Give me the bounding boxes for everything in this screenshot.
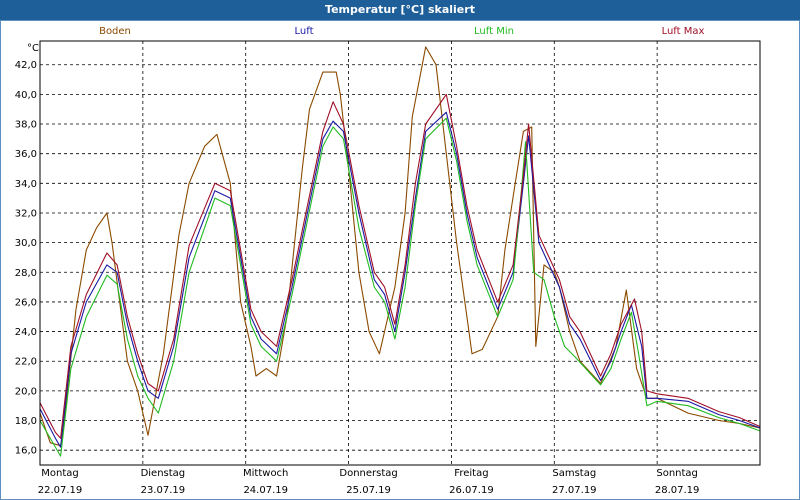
y-tick-label: 20,0 xyxy=(15,386,37,397)
x-tick-date-label: 28.07.19 xyxy=(655,485,700,496)
y-tick-label: 34,0 xyxy=(15,179,37,190)
x-tick-day-label: Sonntag xyxy=(656,468,698,479)
y-tick-label: 38,0 xyxy=(15,120,37,131)
x-tick-date-label: 27.07.19 xyxy=(552,485,597,496)
x-tick-day-label: Mittwoch xyxy=(243,468,288,479)
x-tick-day-label: Montag xyxy=(41,468,78,479)
legend-entry: Luft Max xyxy=(662,26,705,37)
x-tick-day-label: Samstag xyxy=(552,468,596,479)
y-axis-ticks: 16,0 18,0 20,0 22,0 24,0 26,0 28,0 30,0 32,0 34,0… xyxy=(15,60,37,456)
y-tick-label: 28,0 xyxy=(15,268,37,279)
x-tick-day-label: Dienstag xyxy=(141,468,186,479)
x-tick-day-label: Freitag xyxy=(454,468,488,479)
y-tick-label: 18,0 xyxy=(15,416,37,427)
legend-entry: Boden xyxy=(99,26,131,37)
y-tick-label: 24,0 xyxy=(15,327,37,338)
series-line-luft-min xyxy=(39,117,761,457)
x-tick-date-label: 26.07.19 xyxy=(449,485,494,496)
x-tick-date-label: 25.07.19 xyxy=(346,485,391,496)
y-tick-label: 32,0 xyxy=(15,208,37,219)
series-line-boden xyxy=(39,46,761,447)
legend-entry: Luft Min xyxy=(474,26,514,37)
y-tick-label: 30,0 xyxy=(15,238,37,249)
series-lines xyxy=(39,46,761,457)
temperature-chart: Boden Luft Luft Min Luft Max °C 16,0 18,0 20,… xyxy=(15,26,761,496)
y-tick-label: 26,0 xyxy=(15,297,37,308)
y-tick-label: 36,0 xyxy=(15,149,37,160)
window-title: Temperatur [°C] skaliert xyxy=(0,0,800,20)
y-axis-unit-label: °C xyxy=(27,43,39,54)
y-tick-label: 40,0 xyxy=(15,90,37,101)
y-tick-label: 42,0 xyxy=(15,60,37,71)
y-tick-label: 16,0 xyxy=(15,446,37,457)
y-tick-label: 22,0 xyxy=(15,357,37,368)
x-tick-date-label: 23.07.19 xyxy=(141,485,186,496)
chart-frame: Boden Luft Luft Min Luft Max °C 16,0 18,0 20,… xyxy=(0,20,800,500)
series-line-luft xyxy=(39,111,761,448)
x-tick-date-label: 22.07.19 xyxy=(38,485,83,496)
x-axis-ticks: Montag 22.07.19 Dienstag 23.07.19 Mittwoch 24… xyxy=(38,468,700,496)
legend-entry: Luft xyxy=(295,26,314,37)
series-line-luft-max xyxy=(39,93,761,439)
x-tick-date-label: 24.07.19 xyxy=(243,485,288,496)
x-tick-day-label: Donnerstag xyxy=(339,468,397,479)
legend: Boden Luft Luft Min Luft Max xyxy=(99,26,704,37)
